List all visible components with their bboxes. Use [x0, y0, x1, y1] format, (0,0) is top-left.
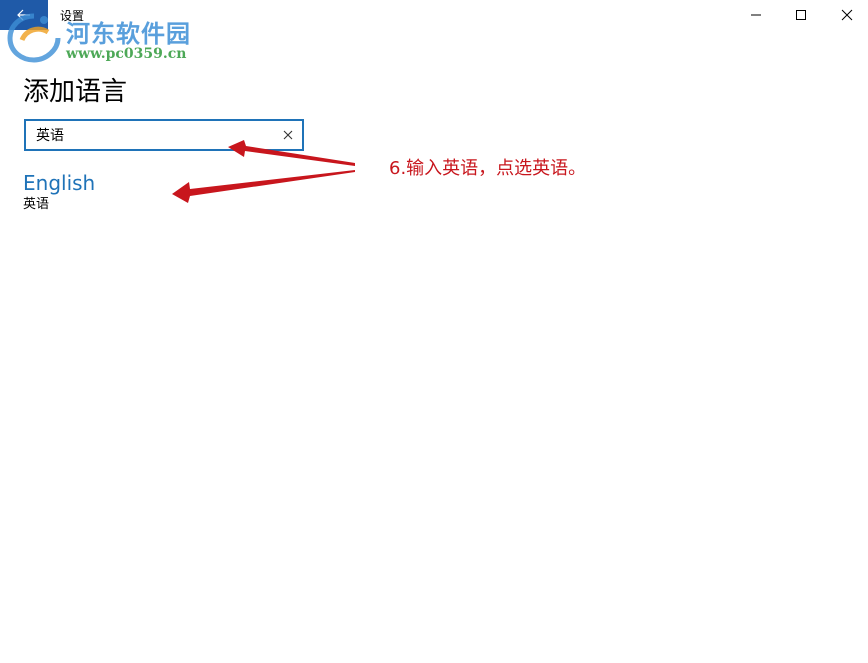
maximize-icon — [796, 10, 806, 20]
close-icon — [841, 9, 853, 21]
window-title: 设置 — [60, 9, 85, 23]
watermark-url: www.pc0359.cn — [66, 46, 187, 62]
back-arrow-icon — [17, 9, 30, 21]
annotation-text: 6.输入英语，点选英语。 — [389, 158, 587, 179]
clear-icon — [283, 130, 293, 140]
settings-window: 设置 河东软件园 www.pc0359.cn 添加语言 英语 English 英… — [0, 0, 868, 663]
language-search-input[interactable] — [36, 121, 276, 149]
language-result-item[interactable]: English 英语 — [23, 170, 223, 214]
language-native-name: 英语 — [23, 197, 50, 212]
language-name: English — [23, 171, 96, 195]
back-button[interactable] — [0, 0, 48, 30]
language-search-box — [24, 119, 304, 151]
page-title: 添加语言 — [23, 77, 128, 108]
maximize-button[interactable] — [778, 0, 824, 30]
minimize-button[interactable] — [733, 0, 779, 30]
minimize-icon — [751, 14, 761, 16]
annotation-arrows — [172, 140, 355, 203]
close-button[interactable] — [824, 0, 868, 30]
clear-search-button[interactable] — [280, 127, 296, 143]
title-bar: 设置 — [0, 0, 868, 30]
